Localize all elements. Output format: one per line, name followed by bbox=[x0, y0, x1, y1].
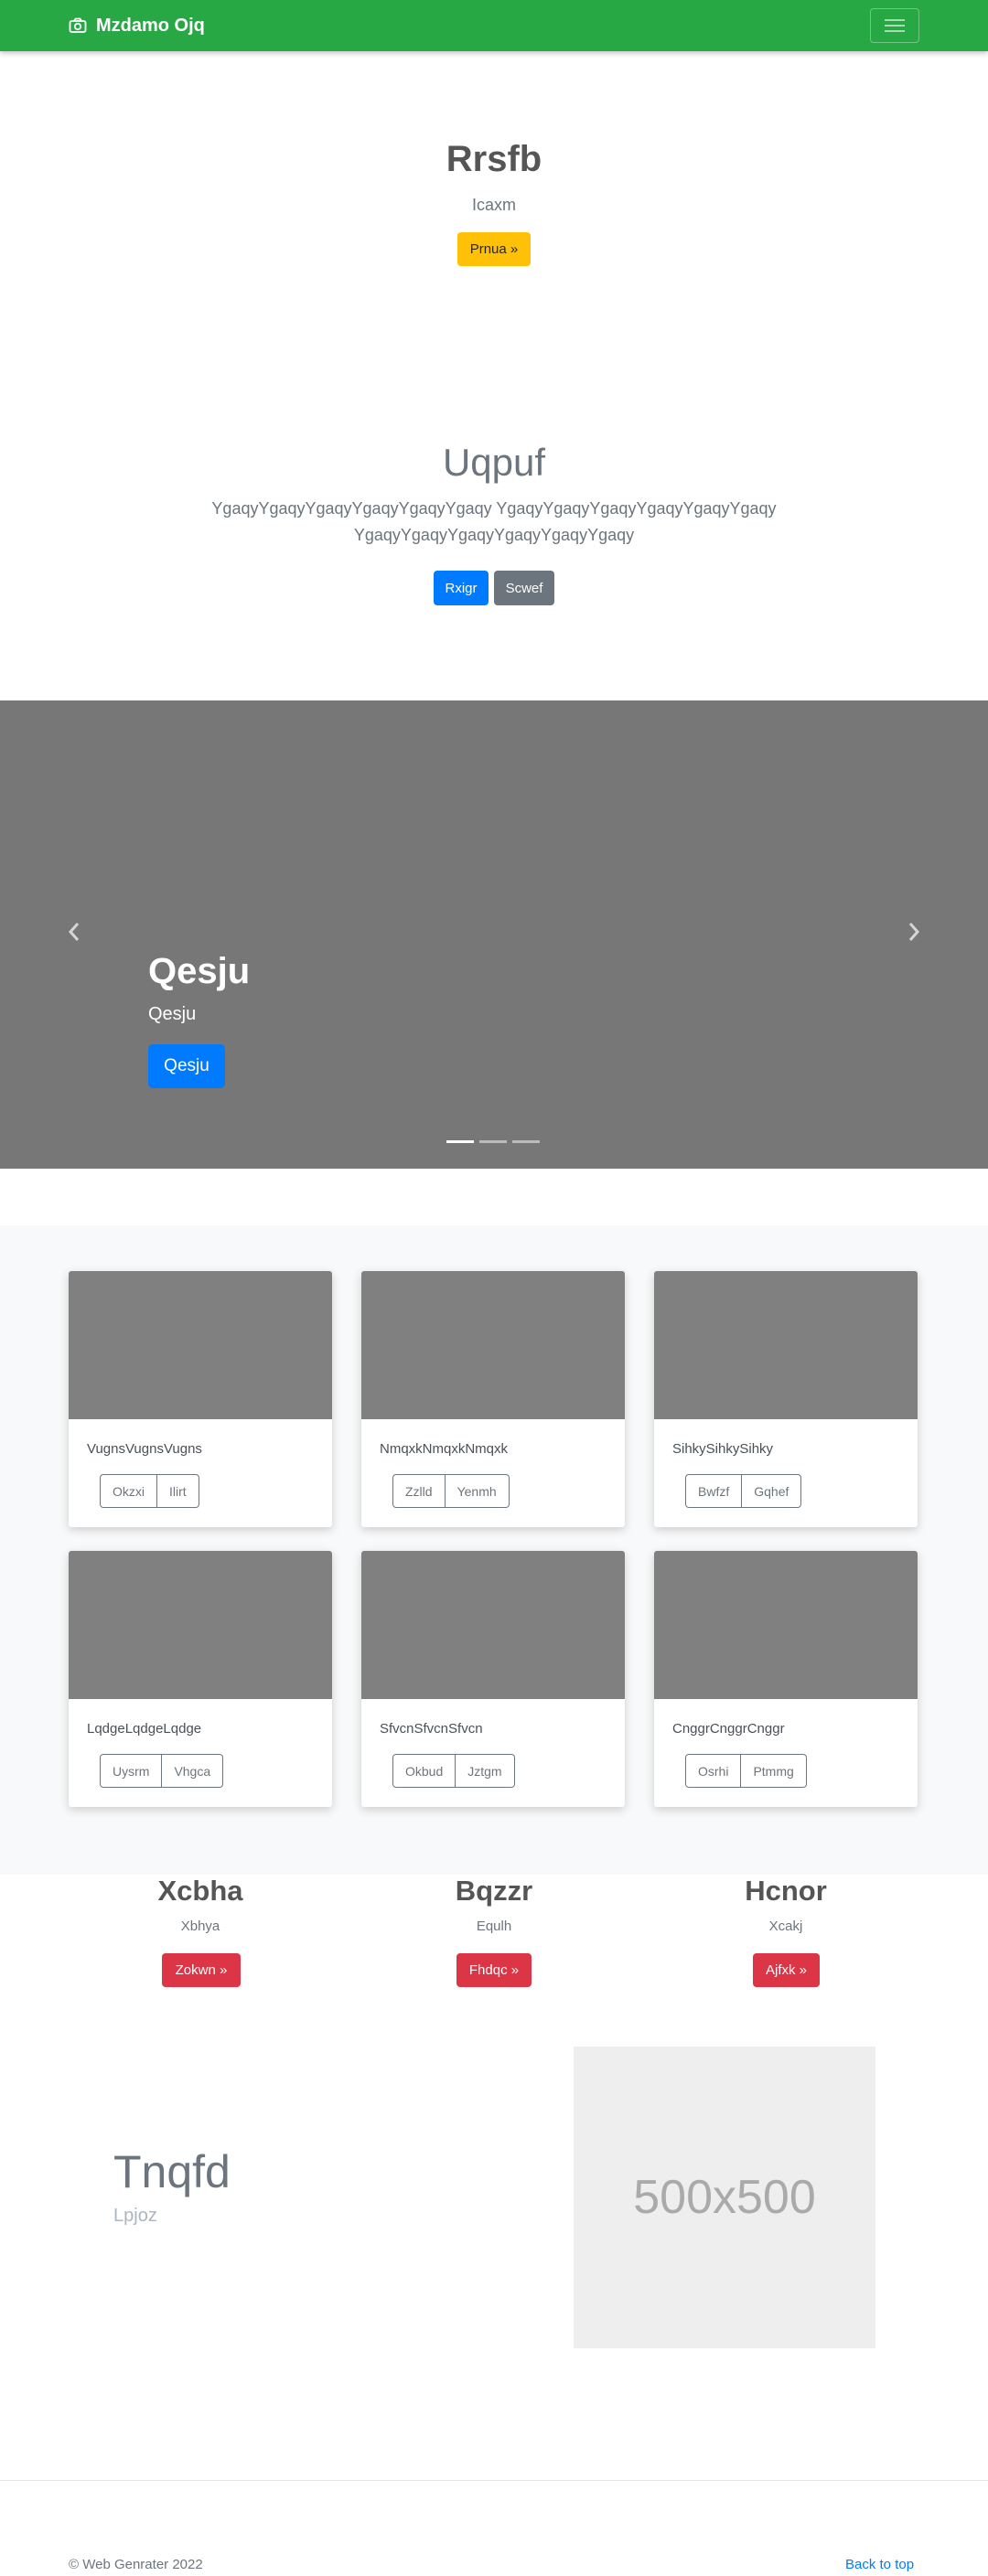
card-text: SfvcnSfvcnSfvcn bbox=[380, 1721, 483, 1737]
card-image bbox=[654, 1551, 918, 1699]
hero2-title: Uqpuf bbox=[442, 441, 546, 484]
carousel-indicators bbox=[446, 1140, 540, 1143]
feature-title: Tnqfd bbox=[113, 2146, 231, 2197]
carousel: Qesju Qesju Qesju bbox=[0, 700, 988, 1169]
card-button[interactable]: Zzlld bbox=[392, 1474, 446, 1508]
footer-copyright: © Web Genrater 2022 bbox=[69, 2557, 203, 2572]
carousel-next-button[interactable] bbox=[900, 918, 928, 946]
column-title: Hcnor bbox=[745, 1875, 827, 1907]
carousel-caption-button[interactable]: Qesju bbox=[148, 1044, 225, 1088]
column-2: Bqzzr Equlh bbox=[384, 1875, 604, 1934]
card-button-group: Zzlld Yenmh bbox=[392, 1474, 510, 1508]
card-image bbox=[361, 1271, 625, 1419]
footer-divider bbox=[0, 2480, 988, 2481]
hero1-button[interactable]: Prnua » bbox=[457, 232, 531, 266]
card-button[interactable]: Okbud bbox=[392, 1754, 456, 1788]
chevron-right-icon bbox=[908, 923, 920, 941]
column-1: Xcbha Xbhya bbox=[91, 1875, 310, 1934]
card-button[interactable]: Vhgca bbox=[162, 1754, 224, 1788]
album-card: LqdgeLqdgeLqdge Uysrm Vhgca bbox=[69, 1551, 332, 1807]
card-image bbox=[69, 1271, 332, 1419]
chevron-left-icon bbox=[68, 923, 80, 941]
card-button[interactable]: Ptmmg bbox=[741, 1754, 807, 1788]
column-2-button[interactable]: Fhdqc » bbox=[456, 1953, 532, 1987]
card-text: SihkySihkySihky bbox=[672, 1441, 774, 1457]
card-button-group: Osrhi Ptmmg bbox=[685, 1754, 807, 1788]
card-button[interactable]: Okzxi bbox=[100, 1474, 157, 1508]
card-button-group: Uysrm Vhgca bbox=[100, 1754, 224, 1788]
hero2-secondary-button[interactable]: Scwef bbox=[494, 571, 554, 605]
feature-placeholder-image: 500x500 bbox=[574, 2047, 875, 2348]
column-1-button[interactable]: Zokwn » bbox=[162, 1953, 241, 1987]
column-title: Xcbha bbox=[157, 1875, 243, 1907]
carousel-prev-button[interactable] bbox=[60, 918, 88, 946]
navbar: Mzdamo Ojq bbox=[0, 0, 988, 51]
card-button-group: Okzxi Ilirt bbox=[100, 1474, 199, 1508]
column-subtitle: Xbhya bbox=[180, 1919, 220, 1934]
album-section: VugnsVugnsVugns Okzxi Ilirt NmqxkNmqxkNm… bbox=[0, 1225, 988, 1875]
hero1-title: Rrsfb bbox=[446, 139, 542, 179]
hero2-text: YgaqyYgaqyYgaqyYgaqyYgaqyYgaqy YgaqyYgaq… bbox=[211, 499, 777, 544]
back-to-top-link[interactable]: Back to top bbox=[845, 2557, 914, 2572]
album-card: NmqxkNmqxkNmqxk Zzlld Yenmh bbox=[361, 1271, 625, 1527]
column-subtitle: Equlh bbox=[476, 1919, 512, 1934]
camera-icon bbox=[69, 17, 87, 33]
card-button-group: Okbud Jztgm bbox=[392, 1754, 515, 1788]
card-button[interactable]: Jztgm bbox=[456, 1754, 515, 1788]
column-3: Hcnor Xcakj bbox=[676, 1875, 896, 1934]
feature-subtitle: Lpjoz bbox=[113, 2206, 157, 2226]
card-image bbox=[654, 1271, 918, 1419]
hero1-subtitle: Icaxm bbox=[471, 196, 516, 214]
card-button[interactable]: Osrhi bbox=[685, 1754, 742, 1788]
carousel-caption-title: Qesju bbox=[148, 951, 251, 991]
card-button-group: Bwfzf Gqhef bbox=[685, 1474, 802, 1508]
card-image bbox=[69, 1551, 332, 1699]
carousel-indicator-2[interactable] bbox=[479, 1140, 507, 1143]
card-text: CnggrCnggrCnggr bbox=[672, 1721, 785, 1737]
navbar-toggle-button[interactable] bbox=[870, 8, 919, 43]
carousel-indicator-1[interactable] bbox=[446, 1140, 474, 1143]
card-button[interactable]: Gqhef bbox=[742, 1474, 802, 1508]
album-card: CnggrCnggrCnggr Osrhi Ptmmg bbox=[654, 1551, 918, 1807]
card-text: NmqxkNmqxkNmqxk bbox=[380, 1441, 509, 1457]
column-title: Bqzzr bbox=[455, 1875, 533, 1907]
album-card: SihkySihkySihky Bwfzf Gqhef bbox=[654, 1271, 918, 1527]
card-button[interactable]: Uysrm bbox=[100, 1754, 163, 1788]
card-button[interactable]: Bwfzf bbox=[685, 1474, 743, 1508]
card-text: VugnsVugnsVugns bbox=[87, 1441, 202, 1457]
carousel-caption-subtitle: Qesju bbox=[148, 1004, 197, 1024]
column-subtitle: Xcakj bbox=[768, 1919, 803, 1934]
brand-name: Mzdamo Ojq bbox=[96, 15, 205, 36]
card-image bbox=[361, 1551, 625, 1699]
hamburger-menu-icon bbox=[885, 19, 905, 32]
card-button[interactable]: Yenmh bbox=[445, 1474, 510, 1508]
card-text: LqdgeLqdgeLqdge bbox=[87, 1721, 202, 1737]
carousel-indicator-3[interactable] bbox=[512, 1140, 540, 1143]
hero2-primary-button[interactable]: Rxigr bbox=[434, 571, 489, 605]
album-card: SfvcnSfvcnSfvcn Okbud Jztgm bbox=[361, 1551, 625, 1807]
column-3-button[interactable]: Ajfxk » bbox=[753, 1953, 820, 1987]
brand-link[interactable]: Mzdamo Ojq bbox=[69, 13, 205, 38]
album-card: VugnsVugnsVugns Okzxi Ilirt bbox=[69, 1271, 332, 1527]
card-button[interactable]: Ilirt bbox=[157, 1474, 199, 1508]
placeholder-label: 500x500 bbox=[633, 2171, 816, 2224]
